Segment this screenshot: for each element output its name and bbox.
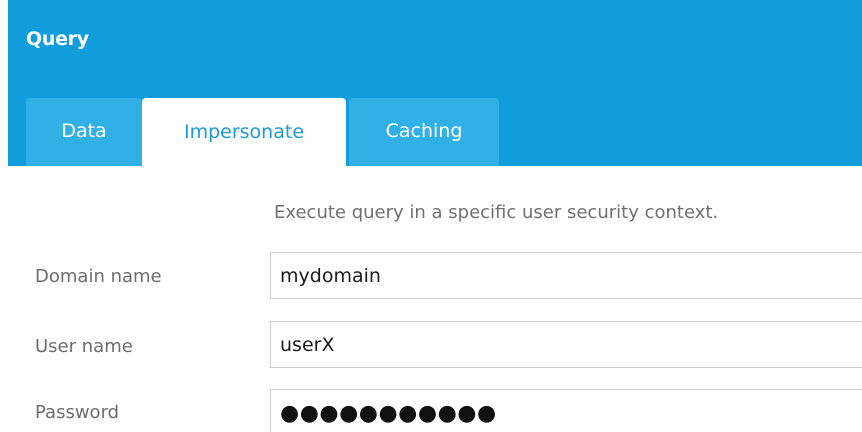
password-field[interactable]: ●●●●●●●●●●● (270, 389, 862, 432)
password-label: Password (35, 402, 120, 423)
page-title: Query (26, 28, 89, 50)
user-name-label: User name (35, 336, 133, 357)
tab-caching-label: Caching (385, 120, 463, 142)
tab-data[interactable]: Data (26, 98, 142, 166)
password-masked-value: ●●●●●●●●●●● (280, 401, 497, 426)
tab-impersonate[interactable]: Impersonate (142, 98, 346, 168)
tab-caching[interactable]: Caching (349, 98, 499, 166)
query-header: Query Data Impersonate Caching (8, 0, 862, 168)
domain-name-field[interactable]: mydomain (270, 252, 862, 299)
domain-name-value: mydomain (280, 264, 381, 287)
user-name-value: userX (280, 333, 335, 356)
tab-data-label: Data (61, 120, 107, 142)
tab-impersonate-label: Impersonate (183, 121, 305, 143)
user-name-field[interactable]: userX (270, 321, 862, 368)
domain-name-label: Domain name (35, 266, 162, 287)
query-editor-panel: Query Data Impersonate Caching Execute q… (0, 0, 862, 432)
impersonate-description: Execute query in a specific user securit… (274, 202, 719, 223)
